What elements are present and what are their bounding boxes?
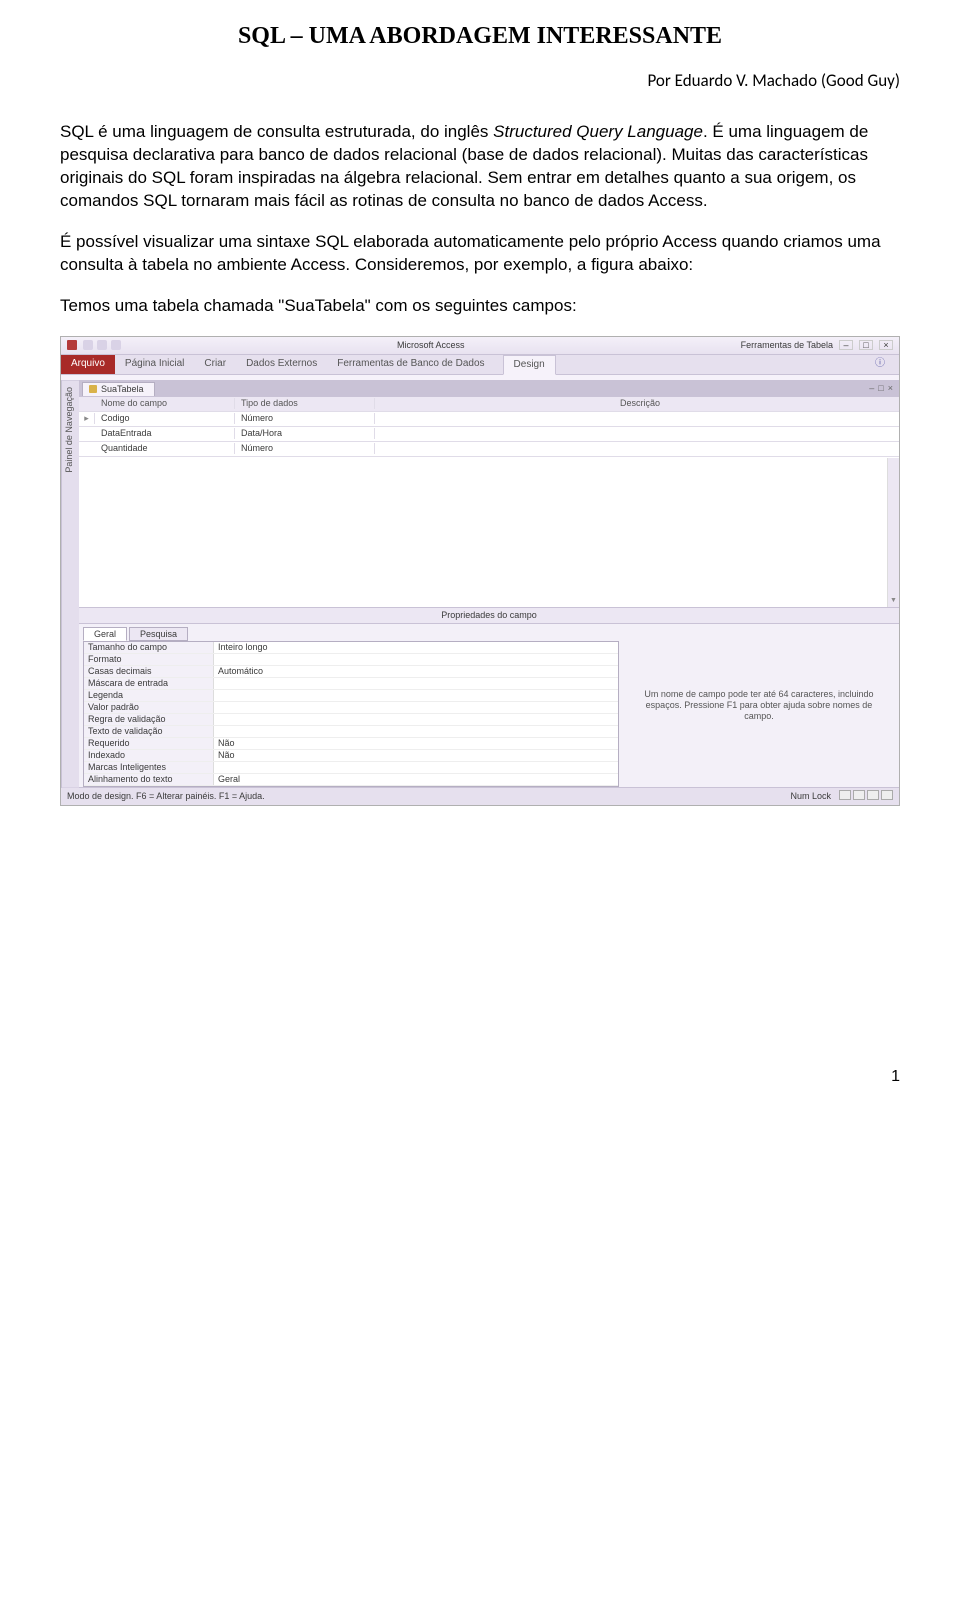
qat-undo-icon[interactable] — [97, 340, 107, 350]
page-number: 1 — [60, 1066, 900, 1088]
context-tab-group: Ferramentas de Tabela — [741, 340, 833, 351]
statusbar: Modo de design. F6 = Alterar painéis. F1… — [61, 787, 899, 805]
view-switcher[interactable] — [837, 790, 893, 803]
prop-value[interactable] — [214, 690, 618, 701]
paragraph-1: SQL é uma linguagem de consulta estrutur… — [60, 121, 900, 213]
property-grid[interactable]: Tamanho do campoInteiro longo Formato Ca… — [83, 641, 619, 787]
tab-file[interactable]: Arquivo — [61, 355, 115, 374]
prop-value[interactable] — [214, 762, 618, 773]
property-tabs: Geral Pesquisa — [79, 624, 619, 642]
document-area: SuaTabela – □ × Nome do campo Tipo de da… — [79, 381, 899, 788]
prop-key: Tamanho do campo — [84, 642, 214, 653]
grid-header-row: Nome do campo Tipo de dados Descrição — [79, 397, 899, 412]
row-selector-icon[interactable]: ▸ — [79, 413, 95, 424]
prop-value[interactable] — [214, 726, 618, 737]
document-author: Por Eduardo V. Machado (Good Guy) — [60, 70, 900, 93]
field-name[interactable]: Codigo — [95, 413, 235, 424]
minimize-icon[interactable]: – — [839, 340, 853, 350]
status-left: Modo de design. F6 = Alterar painéis. F1… — [67, 791, 265, 802]
app-title: Microsoft Access — [127, 340, 735, 351]
prop-key: Formato — [84, 654, 214, 665]
access-app-icon — [67, 340, 77, 350]
field-row[interactable]: DataEntrada Data/Hora — [79, 427, 899, 442]
p1-text-italic: Structured Query Language — [493, 122, 703, 141]
table-icon — [89, 385, 97, 393]
mdi-close-icon[interactable]: × — [888, 383, 893, 394]
window-controls[interactable]: – □ × — [839, 340, 893, 350]
tab-design[interactable]: Design — [503, 355, 556, 375]
prop-key: Legenda — [84, 690, 214, 701]
property-tab-general[interactable]: Geral — [83, 627, 127, 642]
prop-key: Texto de validação — [84, 726, 214, 737]
field-row[interactable]: Quantidade Número — [79, 442, 899, 457]
field-properties-title: Propriedades do campo — [79, 607, 899, 624]
mdi-window-controls[interactable]: – □ × — [869, 383, 899, 394]
paragraph-3: Temos uma tabela chamada "SuaTabela" com… — [60, 295, 900, 318]
prop-key: Indexado — [84, 750, 214, 761]
titlebar: Microsoft Access Ferramentas de Tabela –… — [61, 337, 899, 355]
prop-value[interactable]: Inteiro longo — [214, 642, 618, 653]
tab-dbtools[interactable]: Ferramentas de Banco de Dados — [327, 355, 494, 374]
close-icon[interactable]: × — [879, 340, 893, 350]
col-header-desc: Descrição — [375, 398, 899, 409]
ribbon-help-icon[interactable]: ⓘ — [869, 355, 891, 374]
prop-key: Requerido — [84, 738, 214, 749]
prop-key: Casas decimais — [84, 666, 214, 677]
prop-value[interactable]: Automático — [214, 666, 618, 677]
mdi-restore-icon[interactable]: □ — [878, 383, 883, 394]
qat-save-icon[interactable] — [83, 340, 93, 350]
document-tab-label: SuaTabela — [101, 384, 144, 395]
access-window: Microsoft Access Ferramentas de Tabela –… — [60, 336, 900, 806]
prop-key: Marcas Inteligentes — [84, 762, 214, 773]
vertical-scrollbar[interactable] — [887, 458, 899, 607]
document-title: SQL – UMA ABORDAGEM INTERESSANTE — [60, 20, 900, 52]
view-pivotchart-icon[interactable] — [867, 790, 879, 800]
p1-text-a: SQL é uma linguagem de consulta estrutur… — [60, 122, 493, 141]
tab-external[interactable]: Dados Externos — [236, 355, 327, 374]
view-datasheet-icon[interactable] — [839, 790, 851, 800]
view-pivottable-icon[interactable] — [853, 790, 865, 800]
col-header-name: Nome do campo — [95, 398, 235, 409]
view-design-icon[interactable] — [881, 790, 893, 800]
navigation-pane-collapsed[interactable]: Painel de Navegação — [61, 381, 79, 788]
document-tabs: SuaTabela – □ × — [79, 381, 899, 397]
quick-access-toolbar[interactable] — [83, 340, 121, 350]
document-tab-suatabela[interactable]: SuaTabela — [82, 382, 155, 396]
field-row[interactable]: ▸ Codigo Número — [79, 412, 899, 427]
property-tab-lookup[interactable]: Pesquisa — [129, 627, 188, 642]
mdi-minimize-icon[interactable]: – — [869, 383, 874, 394]
qat-redo-icon[interactable] — [111, 340, 121, 350]
field-properties-area: Geral Pesquisa Tamanho do campoInteiro l… — [79, 624, 899, 788]
ribbon-tabs: Arquivo Página Inicial Criar Dados Exter… — [61, 355, 899, 375]
table-design-grid[interactable]: Nome do campo Tipo de dados Descrição ▸ … — [79, 397, 899, 788]
tab-create[interactable]: Criar — [194, 355, 236, 374]
paragraph-2: É possível visualizar uma sintaxe SQL el… — [60, 231, 900, 277]
field-name[interactable]: DataEntrada — [95, 428, 235, 439]
field-type[interactable]: Data/Hora — [235, 428, 375, 439]
prop-value[interactable] — [214, 678, 618, 689]
prop-value[interactable]: Geral — [214, 774, 618, 785]
workspace: » Painel de Navegação SuaTabela – □ × No… — [61, 381, 899, 788]
prop-key: Alinhamento do texto — [84, 774, 214, 785]
tab-home[interactable]: Página Inicial — [115, 355, 194, 374]
prop-value[interactable]: Não — [214, 738, 618, 749]
prop-key: Máscara de entrada — [84, 678, 214, 689]
property-help-text: Um nome de campo pode ter até 64 caracte… — [619, 624, 899, 788]
prop-value[interactable] — [214, 702, 618, 713]
prop-value[interactable]: Não — [214, 750, 618, 761]
maximize-icon[interactable]: □ — [859, 340, 873, 350]
prop-key: Valor padrão — [84, 702, 214, 713]
field-type[interactable]: Número — [235, 413, 375, 424]
col-header-type: Tipo de dados — [235, 398, 375, 409]
status-numlock: Num Lock — [790, 791, 831, 802]
field-name[interactable]: Quantidade — [95, 443, 235, 454]
prop-value[interactable] — [214, 714, 618, 725]
prop-value[interactable] — [214, 654, 618, 665]
grid-empty-area[interactable] — [79, 457, 899, 607]
prop-key: Regra de validação — [84, 714, 214, 725]
field-type[interactable]: Número — [235, 443, 375, 454]
